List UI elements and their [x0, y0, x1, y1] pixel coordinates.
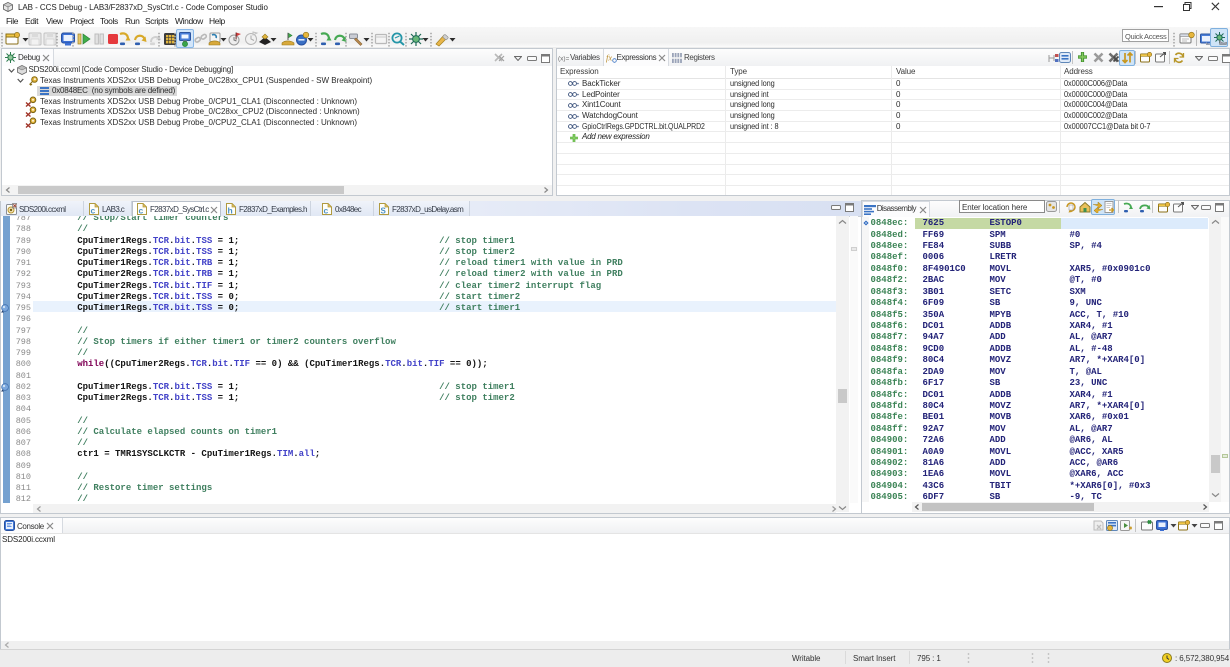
svg-text:c: c	[139, 206, 144, 216]
svg-text:c: c	[91, 206, 96, 216]
svg-text:S: S	[381, 207, 387, 216]
svg-text:h: h	[228, 206, 233, 216]
svg-text:c: c	[324, 206, 329, 216]
svg-text:fx: fx	[606, 52, 612, 62]
svg-text:(x)=: (x)=	[558, 55, 569, 62]
